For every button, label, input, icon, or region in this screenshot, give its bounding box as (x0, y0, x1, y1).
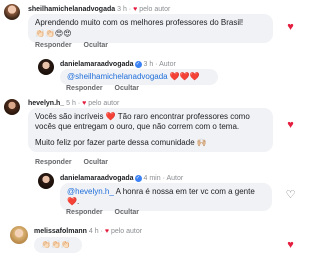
heart-icon: ♥ (82, 100, 87, 107)
hide-button[interactable]: Ocultar (84, 159, 109, 166)
comment-emojis: 👏🏻👏🏻👏🏻 (41, 240, 71, 249)
reply-daniela-1: danielamaraadvogada ✓ 3 h · Autor @sheilh… (0, 52, 300, 92)
comment-hevelyn: hevelyn.h_ 5 h · ♥ pelo autor Vocês são … (0, 94, 300, 166)
heart-icon[interactable]: ♥ (285, 22, 296, 33)
username[interactable]: hevelyn.h_ (28, 100, 64, 107)
comment-meta: danielamaraadvogada ✓ 3 h · Autor (60, 60, 176, 68)
comment-meta: danielamaraadvogada ✓ 4 min · Autor (60, 174, 184, 182)
comment-bubble: 👏🏻👏🏻👏🏻 (34, 237, 82, 253)
comment-actions: Responder Ocultar (35, 159, 118, 166)
username[interactable]: sheilhamichelanadvogada (28, 6, 115, 13)
liked-by-author-tag: pelo autor (139, 6, 171, 13)
comment-melissa: melissafolmann 4 h · ♥ pelo autor 👏🏻👏🏻👏🏻… (0, 222, 300, 263)
liked-by-author-tag: pelo autor (110, 228, 143, 235)
username[interactable]: danielamaraadvogada (60, 61, 134, 68)
author-label: Autor (159, 61, 176, 68)
avatar[interactable] (4, 99, 20, 115)
comment-actions: Responder Ocultar (66, 209, 149, 216)
avatar[interactable] (10, 226, 28, 244)
reply-daniela-2: danielamaraadvogada ✓ 4 min · Autor @heve… (0, 166, 300, 222)
heart-icon: ♥ (133, 6, 138, 13)
hide-button[interactable]: Ocultar (115, 85, 140, 92)
timestamp: 3 h (143, 61, 154, 68)
verified-badge-icon: ✓ (134, 174, 142, 182)
username[interactable]: melissafolmann (34, 228, 87, 235)
comment-bubble: Vocês são incríveis ❤️ Tão raro encontra… (28, 108, 273, 152)
hide-button[interactable]: Ocultar (84, 42, 109, 49)
username[interactable]: danielamaraadvogada (60, 175, 134, 182)
heart-icon[interactable]: ♡ (285, 190, 296, 201)
avatar[interactable] (38, 59, 54, 75)
timestamp: 4 h (88, 228, 99, 235)
comment-bubble: @sheilhamichelanadvogada ❤️❤️❤️ (60, 69, 218, 85)
reply-button[interactable]: Responder (66, 85, 103, 92)
reply-button[interactable]: Responder (35, 42, 72, 49)
timestamp: 3 h (117, 6, 127, 13)
heart-icon[interactable]: ♥ (285, 120, 296, 131)
comment-emojis: 👏🏻👏🏻😍😍 (35, 29, 72, 38)
comment-emojis: ❤️❤️❤️ (169, 72, 200, 81)
comment-bubble: Aprendendo muito com os melhores profess… (28, 14, 273, 43)
comment-meta: melissafolmann 4 h · ♥ pelo autor (34, 228, 143, 235)
author-label: Autor (166, 175, 184, 182)
liked-by-author-tag: pelo autor (88, 100, 120, 107)
timestamp: 5 h (66, 100, 76, 107)
comment-actions: Responder Ocultar (35, 42, 118, 49)
heart-icon: ♥ (104, 228, 109, 235)
avatar[interactable] (38, 173, 54, 189)
mention-link[interactable]: @sheilhamichelanadvogada (67, 72, 168, 81)
comment-text: Muito feliz por fazer parte dessa comuni… (35, 138, 207, 147)
avatar[interactable] (4, 4, 20, 20)
comment-meta: hevelyn.h_ 5 h · ♥ pelo autor (28, 100, 120, 107)
timestamp: 4 min (143, 175, 161, 182)
comment-bubble: @hevelyn.h_ A honra é nossa em ter vc co… (60, 183, 272, 211)
comment-meta: sheilhamichelanadvogada 3 h · ♥ pelo aut… (28, 6, 171, 13)
hide-button[interactable]: Ocultar (115, 209, 140, 216)
heart-icon[interactable]: ♥ (285, 240, 296, 251)
reply-button[interactable]: Responder (35, 159, 72, 166)
comment-text: Vocês são incríveis ❤️ Tão raro encontra… (35, 112, 250, 131)
reply-button[interactable]: Responder (66, 209, 103, 216)
comment-text: Aprendendo muito com os melhores profess… (35, 18, 244, 27)
verified-badge-icon: ✓ (134, 60, 142, 68)
comment-actions: Responder Ocultar (66, 85, 149, 92)
mention-link[interactable]: @hevelyn.h_ (67, 187, 114, 196)
comment-sheilha: sheilhamichelanadvogada 3 h · ♥ pelo aut… (0, 0, 300, 52)
